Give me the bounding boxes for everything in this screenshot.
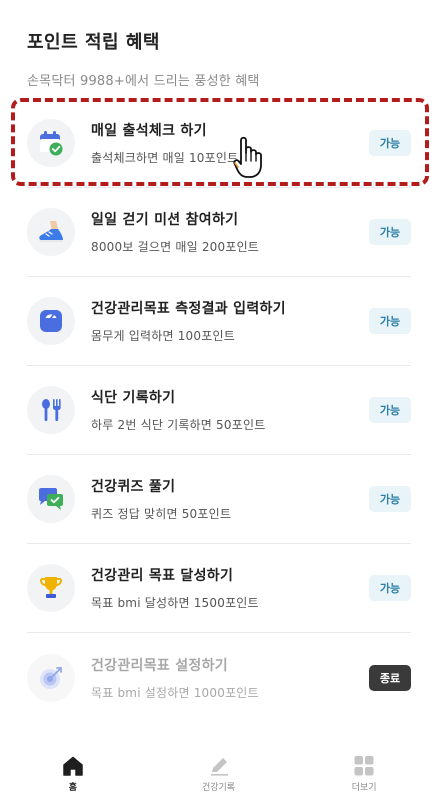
quiz-chat-icon bbox=[27, 475, 75, 523]
calendar-check-icon bbox=[27, 119, 75, 167]
trophy-icon bbox=[27, 564, 75, 612]
list-item-measurement[interactable]: 건강관리목표 측정결과 입력하기 몸무게 입력하면 100포인트 가능 bbox=[27, 277, 411, 366]
list-item-goal-achievement[interactable]: 건강관리 목표 달성하기 목표 bmi 달성하면 1500포인트 가능 bbox=[27, 544, 411, 633]
status-button[interactable]: 가능 bbox=[369, 486, 411, 512]
list-item-quiz[interactable]: 건강퀴즈 풀기 퀴즈 정답 맞히면 50포인트 가능 bbox=[27, 455, 411, 544]
status-button[interactable]: 가능 bbox=[369, 308, 411, 334]
bottom-navigation: 홈 건강기록 더보기 bbox=[0, 740, 437, 803]
nav-home-label: 홈 bbox=[68, 783, 77, 793]
status-button[interactable]: 가능 bbox=[369, 219, 411, 245]
nav-more[interactable]: 더보기 bbox=[291, 740, 437, 803]
status-button-ended[interactable]: 종료 bbox=[369, 664, 411, 691]
status-button[interactable]: 가능 bbox=[369, 397, 411, 423]
list-item-diet[interactable]: 식단 기록하기 하루 2번 식단 기록하면 50포인트 가능 bbox=[27, 366, 411, 455]
nav-health-record[interactable]: 건강기록 bbox=[146, 740, 292, 803]
scale-icon bbox=[27, 297, 75, 345]
item-title: 건강관리 목표 달성하기 bbox=[91, 568, 234, 584]
item-desc: 출석체크하면 매일 10포인트 bbox=[91, 151, 239, 165]
nav-home[interactable]: 홈 bbox=[0, 740, 146, 803]
item-title: 일일 걷기 미션 참여하기 bbox=[91, 212, 239, 228]
status-button[interactable]: 가능 bbox=[369, 130, 411, 156]
page-header: 포인트 적립 혜택 손목닥터 9988+에서 드리는 풍성한 혜택 bbox=[27, 28, 417, 89]
benefit-list: 매일 출석체크 하기 출석체크하면 매일 10포인트 가능 일일 걷기 미션 참… bbox=[27, 99, 411, 722]
item-title: 건강관리목표 측정결과 입력하기 bbox=[91, 301, 286, 317]
item-desc: 8000보 걸으면 매일 200포인트 bbox=[91, 240, 260, 254]
home-icon bbox=[63, 756, 83, 776]
status-button[interactable]: 가능 bbox=[369, 575, 411, 601]
item-desc: 몸무게 입력하면 100포인트 bbox=[91, 329, 235, 343]
page-title: 포인트 적립 혜택 bbox=[27, 32, 160, 53]
grid-icon bbox=[354, 756, 374, 776]
list-item-goal-setting[interactable]: 건강관리목표 설정하기 목표 bmi 설정하면 1000포인트 종료 bbox=[27, 633, 411, 722]
hand-pointer-icon bbox=[232, 134, 266, 180]
item-desc: 하루 2번 식단 기록하면 50포인트 bbox=[91, 418, 266, 432]
item-desc: 퀴즈 정답 맞히면 50포인트 bbox=[91, 507, 232, 521]
nav-health-record-label: 건강기록 bbox=[201, 783, 236, 793]
sneaker-icon bbox=[27, 208, 75, 256]
item-title: 건강관리목표 설정하기 bbox=[91, 657, 228, 674]
target-icon bbox=[27, 653, 75, 702]
pencil-icon bbox=[210, 758, 228, 776]
item-desc: 목표 bmi 달성하면 1500포인트 bbox=[91, 596, 259, 610]
list-item-attendance[interactable]: 매일 출석체크 하기 출석체크하면 매일 10포인트 가능 bbox=[27, 99, 411, 188]
item-desc: 목표 bmi 설정하면 1000포인트 bbox=[91, 685, 259, 700]
nav-more-label: 더보기 bbox=[351, 783, 377, 793]
item-title: 건강퀴즈 풀기 bbox=[91, 479, 176, 495]
page-subtitle: 손목닥터 9988+에서 드리는 풍성한 혜택 bbox=[27, 74, 260, 89]
item-title: 식단 기록하기 bbox=[91, 390, 176, 406]
item-title: 매일 출석체크 하기 bbox=[91, 123, 207, 139]
fork-spoon-icon bbox=[27, 386, 75, 434]
list-item-walking[interactable]: 일일 걷기 미션 참여하기 8000보 걸으면 매일 200포인트 가능 bbox=[27, 188, 411, 277]
